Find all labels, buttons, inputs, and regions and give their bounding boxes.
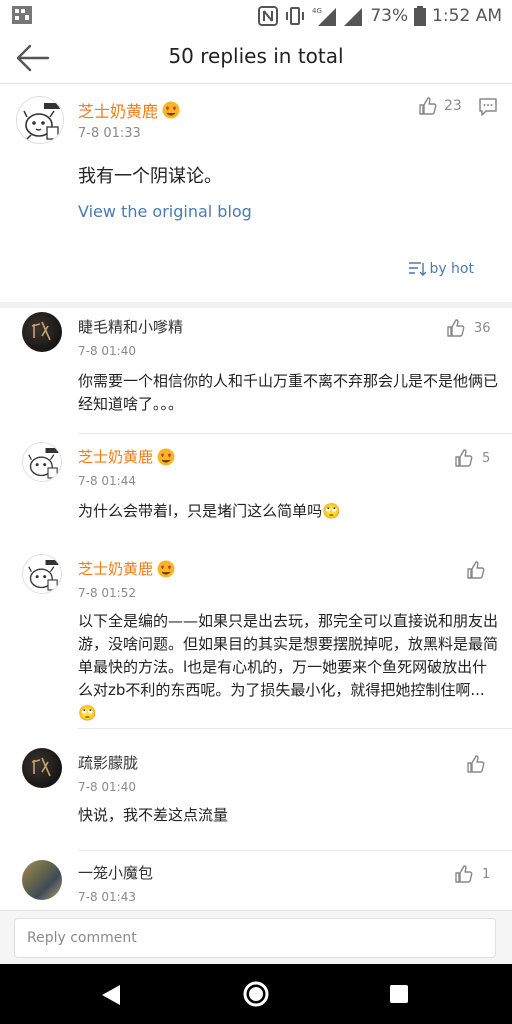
post-text: 我有一个阴谋论。 [78, 166, 222, 187]
comment-author[interactable]: 一笼小魔包 [78, 862, 153, 883]
avatar[interactable] [22, 748, 62, 788]
thumbs-up-icon [419, 97, 437, 115]
cartoon-avatar-icon [17, 97, 63, 143]
comment-time: 7-8 01:40 [78, 344, 136, 358]
nav-home-icon[interactable] [242, 980, 270, 1008]
comment-author-text: 芝士奶黄鹿 [78, 560, 154, 578]
comment-time: 7-8 01:43 [78, 890, 136, 904]
signal-icon [344, 8, 363, 26]
comment-author[interactable]: 疏影朦胧 [78, 752, 138, 773]
heart-eyes-emoji-icon [157, 560, 175, 577]
status-bar: 4G 73% 1:52 AM [0, 0, 512, 32]
comment-author-text: 一笼小魔包 [78, 864, 154, 882]
comment-text: 你需要一个相信你的人和千山万重不离不弃那会儿是不是他俩已经知道啥了。。。 [78, 372, 499, 413]
cartoon-avatar-icon [23, 443, 61, 481]
list-item: 芝士奶黄鹿 7-8 01:44 5 为什么会带着l，只是堵门这么简单吗🙄 [0, 436, 512, 548]
main-post: 芝士奶黄鹿 7-8 01:33 23 我有一个阴谋论。 View the ori… [0, 84, 512, 302]
network-type-label: 4G [312, 7, 322, 15]
reply-comment-input[interactable]: Reply comment [14, 918, 496, 958]
thumbs-up-icon [467, 755, 485, 773]
sort-by-hot-button[interactable]: by hot [408, 261, 474, 277]
comment-author[interactable]: 芝士奶黄鹿 [78, 446, 175, 467]
like-button[interactable]: 36 [446, 318, 491, 338]
like-count: 1 [482, 866, 491, 882]
notification-icon [12, 6, 32, 24]
comment-author-text: 疏影朦胧 [78, 754, 139, 772]
comment-list: 睫毛精和小嗲精 7-8 01:40 36 你需要一个相信你的人和千山万重不离不弃… [0, 304, 512, 910]
list-item: 疏影朦胧 7-8 01:40 快说，我不差这点流量 [0, 732, 512, 850]
like-button[interactable]: 23 [418, 96, 462, 116]
like-button[interactable] [466, 754, 486, 774]
like-count: 23 [444, 98, 462, 114]
heart-eyes-emoji-icon [162, 101, 180, 119]
list-item: 一笼小魔包 7-8 01:43 1 [0, 854, 512, 910]
sort-icon [409, 262, 427, 276]
like-button[interactable]: 5 [454, 448, 490, 468]
comment-text: 以下全是编的——如果只是出去玩，那完全可以直接说和朋友出游，没啥问题。但如果目的… [78, 612, 499, 722]
nav-back-icon[interactable] [100, 984, 122, 1006]
battery-percent: 73% [370, 6, 409, 26]
comment-text: 快说，我不差这点流量 [78, 806, 229, 824]
comment-author-text: 睫毛精和小嗲精 [78, 318, 184, 336]
avatar[interactable] [16, 96, 64, 144]
comment-time: 7-8 01:44 [78, 474, 136, 488]
nav-recent-apps-icon[interactable] [390, 985, 408, 1003]
avatar[interactable] [22, 860, 62, 900]
clock: 1:52 AM [432, 6, 502, 26]
heart-eyes-emoji-icon [157, 448, 175, 465]
avatar[interactable] [22, 442, 62, 482]
nfc-icon [258, 6, 279, 26]
like-button[interactable]: 1 [454, 864, 490, 884]
calligraphy-avatar-icon [31, 757, 51, 777]
reply-bar: Reply comment [0, 910, 512, 964]
view-original-blog-link[interactable]: View the original blog [78, 202, 252, 221]
thumbs-up-icon [455, 449, 473, 467]
comment-time: 7-8 01:52 [78, 586, 136, 600]
author-name-text: 芝士奶黄鹿 [78, 102, 159, 121]
divider [78, 728, 512, 729]
thumbs-up-icon [447, 319, 465, 337]
page-title: 50 replies in total [168, 44, 344, 68]
vibrate-icon [286, 7, 305, 25]
list-item: 睫毛精和小嗲精 7-8 01:40 36 你需要一个相信你的人和千山万重不离不弃… [0, 308, 512, 438]
calligraphy-avatar-icon [31, 321, 51, 341]
like-count: 36 [474, 320, 491, 336]
comment-author[interactable]: 芝士奶黄鹿 [78, 558, 175, 579]
like-button[interactable] [466, 560, 486, 580]
battery-icon [414, 6, 427, 26]
author-name[interactable]: 芝士奶黄鹿 [78, 98, 180, 122]
comment-icon[interactable] [478, 97, 498, 117]
top-app-bar: 50 replies in total [0, 32, 512, 84]
cartoon-avatar-icon [23, 555, 61, 593]
post-time: 7-8 01:33 [78, 126, 141, 141]
comment-time: 7-8 01:40 [78, 780, 136, 794]
comment-text: 为什么会带着l，只是堵门这么简单吗🙄 [78, 502, 341, 520]
sort-label: by hot [429, 261, 474, 277]
like-count: 5 [482, 450, 491, 466]
avatar[interactable] [22, 312, 62, 352]
list-item: 芝士奶黄鹿 7-8 01:52 以下全是编的——如果只是出去玩，那完全可以直接说… [0, 548, 512, 728]
thumbs-up-icon [467, 561, 485, 579]
divider [78, 850, 512, 851]
cell-signal-icon: 4G [312, 7, 337, 26]
comment-author[interactable]: 睫毛精和小嗲精 [78, 316, 183, 337]
comment-author-text: 芝士奶黄鹿 [78, 448, 154, 466]
system-nav-bar [0, 964, 512, 1024]
divider [78, 433, 512, 434]
thumbs-up-icon [455, 865, 473, 883]
avatar[interactable] [22, 554, 62, 594]
